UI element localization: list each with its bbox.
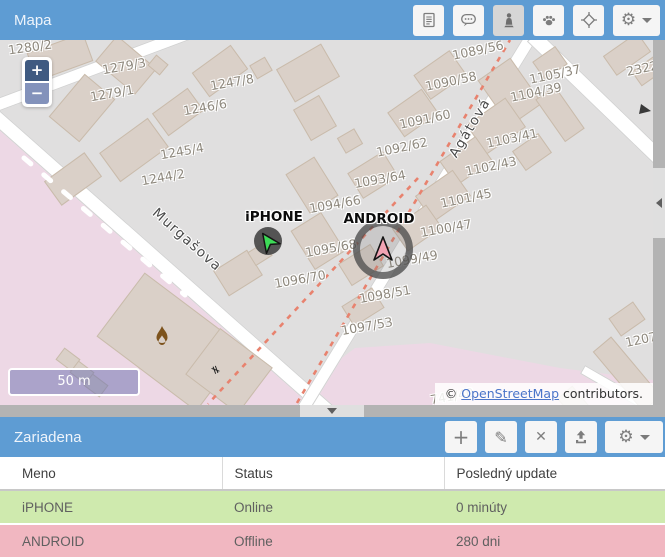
collapse-down-icon [327, 408, 337, 414]
parcel-label: 1092/62 [375, 134, 429, 159]
report-icon [421, 12, 437, 28]
paw-icon [541, 12, 557, 28]
chat-icon [460, 12, 477, 28]
parcel-label: 1097/53 [340, 314, 394, 338]
cell-name: ANDROID [0, 524, 222, 557]
parcel-label: 1095/68 [304, 236, 358, 260]
upload-button[interactable] [565, 421, 597, 453]
parcel-label: 1280/2 [7, 40, 53, 57]
map-panel-title: Mapa [0, 12, 404, 29]
chevron-down-icon [642, 18, 652, 23]
column-header-status[interactable]: Status [222, 457, 444, 490]
chevron-down-icon [640, 435, 650, 440]
devices-panel-header: Zariadena + ✎ ✕ ⚙ [0, 417, 665, 457]
cell-last-update: 280 dni [444, 524, 665, 557]
cell-status: Offline [222, 524, 444, 557]
report-button[interactable] [413, 5, 444, 36]
devices-panel-title: Zariadena [0, 429, 436, 446]
parcel-label: 1103/41 [485, 125, 539, 150]
streetview-icon [501, 12, 517, 29]
add-icon: + [453, 427, 470, 447]
delete-device-button[interactable]: ✕ [525, 421, 557, 453]
cell-name: iPHONE [0, 490, 222, 524]
parcel-label: 1207/3 [624, 326, 653, 350]
gear-icon: ⚙ [621, 10, 636, 30]
column-header-posledny-update[interactable]: Posledný update [444, 457, 665, 490]
parcel-label: 1279/3 [101, 55, 147, 77]
device-label-android: ANDROID [343, 211, 414, 227]
parcel-label: 1247/8 [209, 71, 255, 93]
parcel-label: 1102/43 [464, 153, 518, 178]
gear-icon: ⚙ [618, 427, 633, 447]
openstreetmap-link[interactable]: OpenStreetMap [461, 386, 559, 401]
streetview-button[interactable] [493, 5, 524, 36]
parcel-label: 1100/47 [419, 216, 473, 240]
parcel-label-layer: 1280/2 1279/3 1279/1 1247/8 1246/6 1245/4 1244… [0, 40, 653, 405]
map-panel-header: Mapa ⚙ [0, 0, 665, 40]
zoom-out-button[interactable]: − [25, 83, 49, 104]
parcel-label: 1245/4 [159, 140, 205, 162]
collapse-left-icon [656, 198, 662, 208]
parcel-label: 2322/4 [625, 55, 653, 79]
iphone-marker[interactable] [254, 227, 282, 255]
south-splitter[interactable] [0, 405, 665, 417]
locate-icon [581, 12, 597, 28]
parcel-label: 1091/60 [398, 106, 452, 131]
grid-header-row: Meno Status Posledný update [0, 457, 665, 490]
android-marker-arrow-icon [370, 235, 396, 263]
parcel-label: 1246/6 [182, 96, 228, 118]
cell-status: Online [222, 490, 444, 524]
parcel-label: 1096/70 [273, 267, 327, 291]
parcel-label: 1089/56 [451, 40, 505, 63]
device-label-iphone: iPHONE [245, 209, 303, 225]
android-marker[interactable] [353, 219, 413, 279]
parcel-label: 1093/64 [353, 167, 407, 191]
map-canvas[interactable]: ≠ 1280/21279/31279/11247/81246/61245/412… [0, 40, 653, 405]
attribution-prefix: © [445, 386, 461, 401]
parcel-label: 1101/45 [439, 185, 493, 210]
delete-icon: ✕ [535, 429, 547, 445]
parcel-label: 1244/2 [140, 166, 186, 188]
zoom-in-button[interactable]: + [25, 60, 49, 81]
east-splitter[interactable] [653, 40, 665, 405]
cell-last-update: 0 minúty [444, 490, 665, 524]
parcel-label: 1098/51 [358, 282, 412, 306]
upload-icon [573, 429, 589, 445]
locate-button[interactable] [573, 5, 604, 36]
column-header-meno[interactable]: Meno [0, 457, 222, 490]
edit-device-button[interactable]: ✎ [485, 421, 517, 453]
map-settings-button[interactable]: ⚙ [613, 5, 660, 36]
devices-settings-button[interactable]: ⚙ [605, 421, 663, 453]
map-attribution: © OpenStreetMap contributors. [435, 383, 653, 405]
east-splitter-handle[interactable] [653, 168, 665, 238]
messages-button[interactable] [453, 5, 484, 36]
parcel-label: 1279/1 [89, 82, 135, 104]
add-device-button[interactable]: + [445, 421, 477, 453]
table-row-iphone[interactable]: iPHONE Online 0 minúty [0, 490, 665, 524]
map-zoom-control: + − [22, 57, 52, 107]
edit-icon: ✎ [494, 428, 507, 447]
map-scale-bar: 50 m [8, 368, 140, 396]
south-splitter-handle[interactable] [300, 405, 364, 417]
table-row-android[interactable]: ANDROID Offline 280 dni [0, 524, 665, 557]
devices-grid: Meno Status Posledný update iPHONE Onlin… [0, 457, 665, 560]
parcel-label: 1090/58 [424, 68, 478, 93]
animals-button[interactable] [533, 5, 564, 36]
attribution-suffix: contributors. [559, 386, 643, 401]
tracking-app-window: Mapa ⚙ [0, 0, 665, 560]
